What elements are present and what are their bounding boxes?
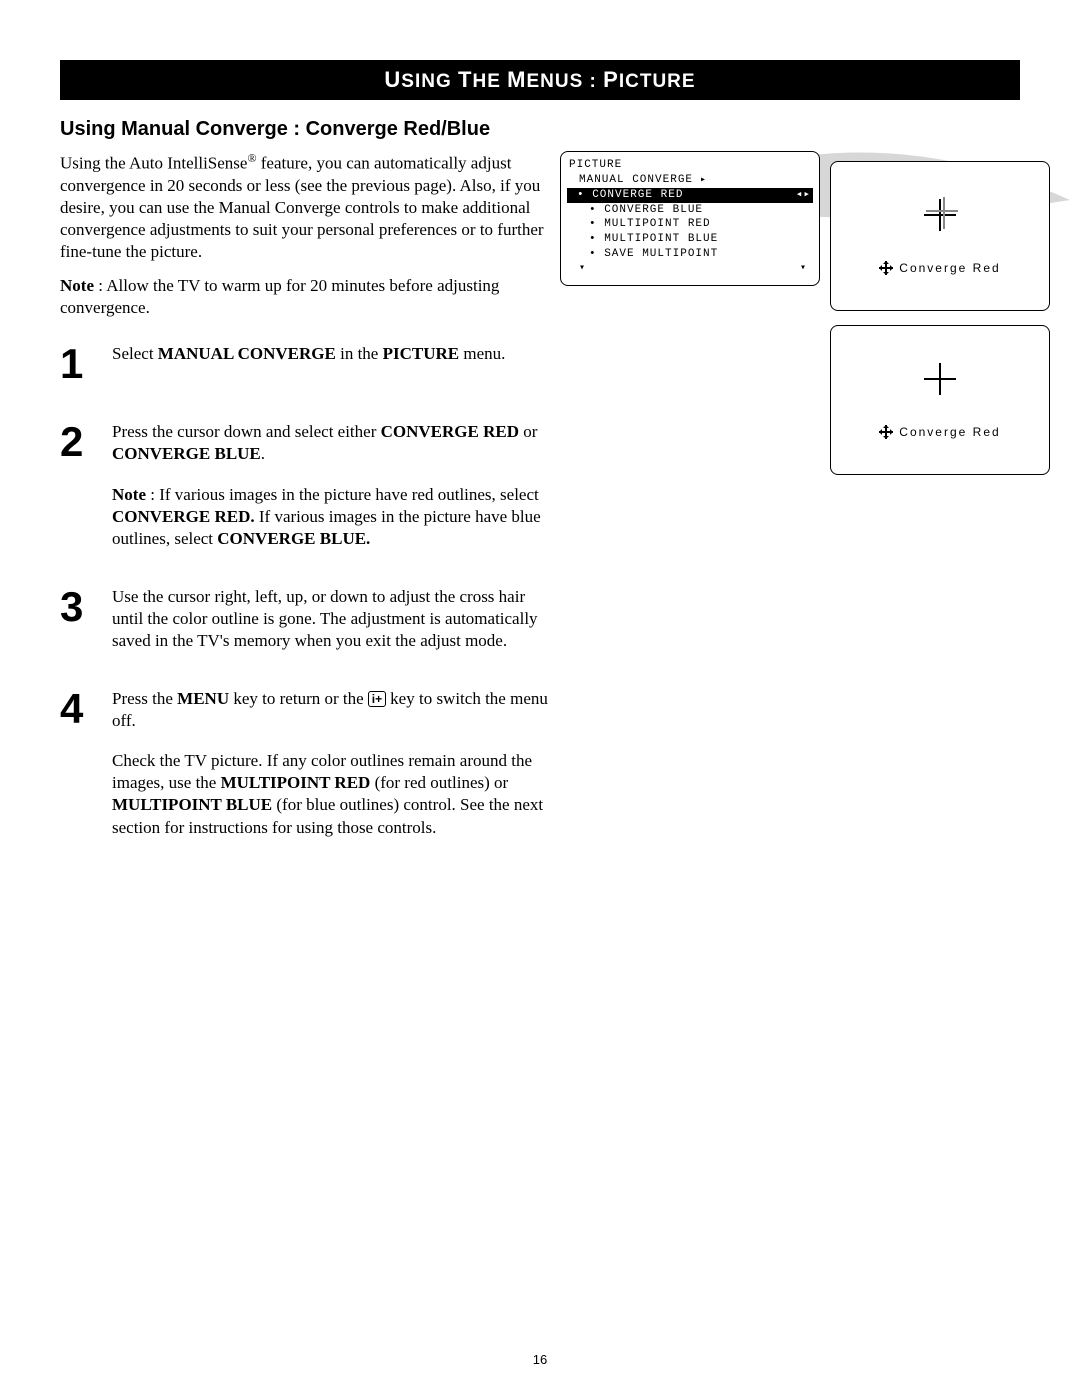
crosshair-aligned-icon	[922, 361, 958, 397]
menu-selected: CONVERGE RED◂▸	[567, 188, 813, 203]
menu-item: CONVERGE BLUE	[569, 203, 811, 218]
intro-paragraph: Using the Auto IntelliSense® feature, yo…	[60, 151, 550, 263]
menu-title: PICTURE	[569, 158, 811, 173]
cursor-move-icon	[879, 261, 893, 275]
menu-item: SAVE MULTIPOINT	[569, 247, 811, 262]
menu-footer: ▾▾	[569, 262, 811, 276]
step-text: Press the cursor down and select either …	[112, 421, 550, 465]
page-number: 16	[0, 1352, 1080, 1367]
step-note: Note : If various images in the picture …	[112, 484, 550, 550]
tv-screen-misaligned: Converge Red	[830, 161, 1050, 311]
step-number: 3	[60, 586, 90, 628]
menu-item: MULTIPOINT RED	[569, 217, 811, 232]
step-4: 4 Press the MENU key to return or the i+…	[60, 688, 550, 839]
tv-label: Converge Red	[879, 261, 1000, 275]
section-header: USING THE MENUS : PICTURE	[60, 60, 1020, 100]
step-text: Press the MENU key to return or the i+ k…	[112, 688, 550, 732]
page-title: Using Manual Converge : Converge Red/Blu…	[60, 118, 1020, 141]
tv-label: Converge Red	[879, 425, 1000, 439]
step-number: 4	[60, 688, 90, 730]
tv-screen-aligned: Converge Red	[830, 325, 1050, 475]
step-3: 3 Use the cursor right, left, up, or dow…	[60, 586, 550, 652]
step-2: 2 Press the cursor down and select eithe…	[60, 421, 550, 549]
step-1: 1 Select MANUAL CONVERGE in the PICTURE …	[60, 343, 550, 385]
menu-item: MULTIPOINT BLUE	[569, 232, 811, 247]
step-text: Use the cursor right, left, up, or down …	[112, 586, 550, 652]
cursor-move-icon	[879, 425, 893, 439]
steps-list: 1 Select MANUAL CONVERGE in the PICTURE …	[60, 343, 550, 838]
osd-menu-screen: PICTURE MANUAL CONVERGE CONVERGE RED◂▸ C…	[560, 151, 820, 286]
step-number: 1	[60, 343, 90, 385]
intro-note: Note : Allow the TV to warm up for 20 mi…	[60, 275, 550, 319]
step-text: Select MANUAL CONVERGE in the PICTURE me…	[112, 343, 550, 365]
info-icon: i+	[368, 691, 386, 707]
menu-sub: MANUAL CONVERGE	[569, 173, 811, 188]
crosshair-misaligned-icon	[922, 197, 958, 233]
step-follow: Check the TV picture. If any color outli…	[112, 750, 550, 838]
step-number: 2	[60, 421, 90, 463]
